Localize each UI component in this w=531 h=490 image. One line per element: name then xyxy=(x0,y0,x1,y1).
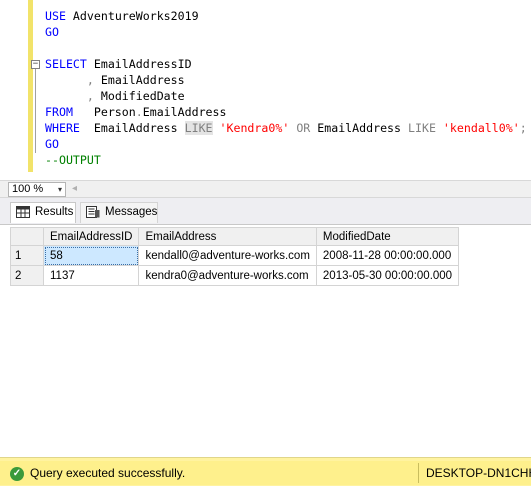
zoom-bar: 100 % ▾ ◂ xyxy=(0,180,531,198)
grid-cell[interactable]: 2013-05-30 00:00:00.000 xyxy=(315,265,460,286)
table-row: 1 58 kendall0@adventure-works.com 2008-1… xyxy=(10,245,460,266)
zoom-level-dropdown[interactable]: 100 % ▾ xyxy=(8,182,66,197)
code-token: . xyxy=(135,105,143,119)
code-token: GO xyxy=(45,25,59,39)
grid-corner-cell[interactable] xyxy=(10,227,44,246)
code-token: 'kendall0%' xyxy=(442,121,520,135)
code-token: LIKE xyxy=(184,121,213,135)
code-line[interactable]: --OUTPUT xyxy=(45,152,101,168)
code-token: --OUTPUT xyxy=(45,153,101,167)
tab-results[interactable]: Results xyxy=(10,202,76,223)
code-token: EmailAddress xyxy=(93,73,185,87)
code-token: USE xyxy=(45,9,66,23)
tab-messages-label: Messages xyxy=(105,206,158,218)
code-token: LIKE xyxy=(408,121,436,135)
status-divider xyxy=(418,463,419,483)
table-row: 2 1137 kendra0@adventure-works.com 2013-… xyxy=(10,265,460,286)
column-header-emailaddressid[interactable]: EmailAddressID xyxy=(42,227,140,246)
tab-messages[interactable]: Messages xyxy=(80,202,158,223)
grid-cell[interactable]: 2008-11-28 00:00:00.000 xyxy=(315,245,460,266)
code-line[interactable]: USE AdventureWorks2019 xyxy=(45,8,199,24)
code-token: EmailAddress xyxy=(79,121,185,135)
code-token: 'Kendra0%' xyxy=(219,121,290,135)
results-grid-panel: EmailAddressID EmailAddress ModifiedDate… xyxy=(0,224,531,458)
code-token: EmailAddress xyxy=(142,105,227,119)
code-token: FROM xyxy=(45,105,73,119)
code-token: EmailAddressID xyxy=(86,57,192,71)
scroll-left-icon[interactable]: ◂ xyxy=(72,183,77,194)
zoom-level-value: 100 % xyxy=(12,183,44,195)
results-tabs: Results Messages xyxy=(0,198,531,224)
status-message: Query executed successfully. xyxy=(30,466,186,480)
row-number[interactable]: 1 xyxy=(10,245,44,266)
code-token: WHERE xyxy=(45,121,80,135)
query-editor[interactable]: − USE AdventureWorks2019 GO SELECT EmailAd… xyxy=(0,0,531,180)
grid-cell[interactable]: 58 xyxy=(42,245,140,266)
code-token: OR xyxy=(296,121,311,135)
status-bar-inner: ✓ Query executed successfully. DESKTOP-D… xyxy=(0,461,531,485)
grid-header-row: EmailAddressID EmailAddress ModifiedDate xyxy=(10,227,460,246)
editor-gutter xyxy=(0,0,28,180)
code-line[interactable]: GO xyxy=(45,136,59,152)
status-bar: ✓ Query executed successfully. DESKTOP-D… xyxy=(0,457,531,490)
code-token: ModifiedDate xyxy=(93,89,185,103)
code-token: EmailAddress xyxy=(310,121,409,135)
outline-guide-line xyxy=(35,69,36,153)
results-grid: EmailAddressID EmailAddress ModifiedDate… xyxy=(10,227,460,286)
code-line[interactable]: FROM Person.EmailAddress xyxy=(45,104,227,120)
messages-icon xyxy=(86,206,100,218)
success-check-icon: ✓ xyxy=(10,467,24,481)
code-token: , xyxy=(86,73,94,87)
code-line[interactable]: GO xyxy=(45,24,59,40)
bottom-strip xyxy=(0,486,531,490)
grid-cell[interactable]: 1137 xyxy=(42,265,140,286)
column-header-emailaddress[interactable]: EmailAddress xyxy=(138,227,317,246)
code-line[interactable]: , EmailAddress xyxy=(45,72,185,88)
row-number[interactable]: 2 xyxy=(10,265,44,286)
code-token: GO xyxy=(45,137,59,151)
grid-icon xyxy=(16,206,30,218)
column-header-modifieddate[interactable]: ModifiedDate xyxy=(315,227,460,246)
code-line[interactable]: , ModifiedDate xyxy=(45,88,185,104)
code-token: SELECT xyxy=(45,57,87,71)
change-tracking-bar xyxy=(28,0,33,172)
code-token: AdventureWorks2019 xyxy=(65,9,199,23)
tab-results-label: Results xyxy=(35,206,74,218)
grid-cell[interactable]: kendall0@adventure-works.com xyxy=(138,245,317,266)
code-line[interactable]: SELECT EmailAddressID xyxy=(45,56,192,72)
code-line[interactable]: WHERE EmailAddress LIKE 'Kendra0%' OR Em… xyxy=(45,120,527,136)
code-token: , xyxy=(86,89,94,103)
collapse-region-icon[interactable]: − xyxy=(31,60,40,69)
code-token: ; xyxy=(519,121,527,135)
chevron-down-icon: ▾ xyxy=(57,185,62,194)
grid-cell[interactable]: kendra0@adventure-works.com xyxy=(138,265,317,286)
code-token: Person xyxy=(72,105,136,119)
server-name: DESKTOP-DN1CHHV xyxy=(426,466,531,480)
